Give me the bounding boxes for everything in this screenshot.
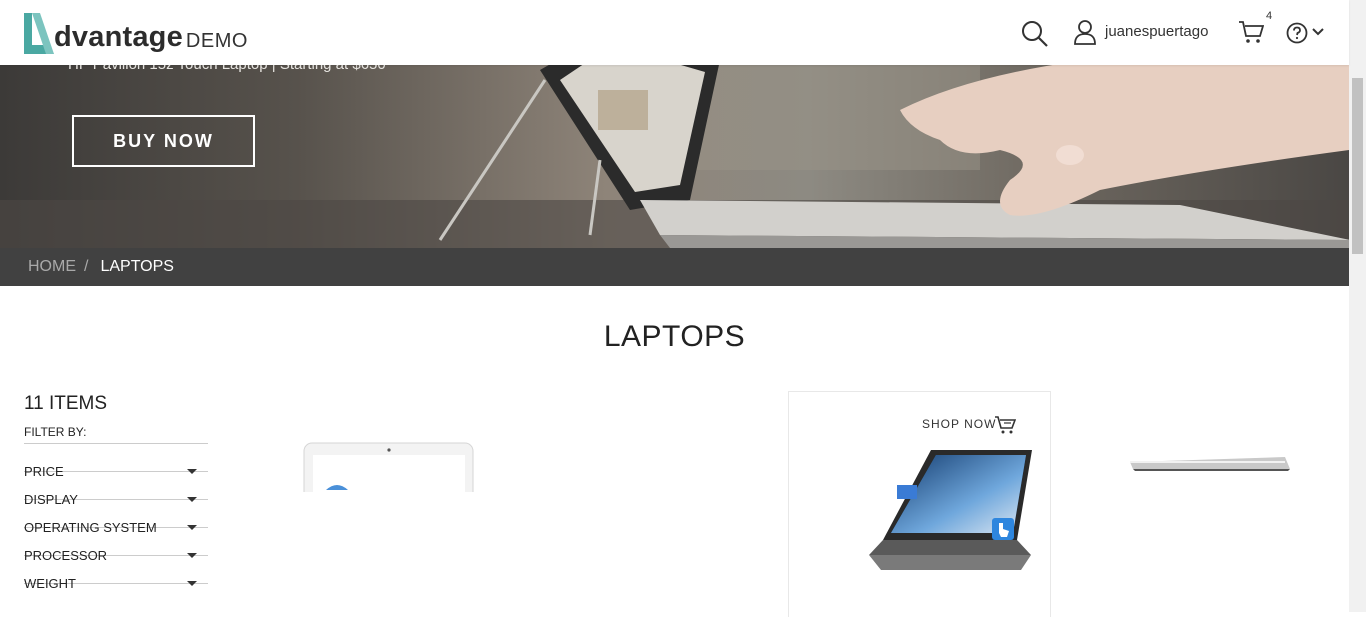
cart-icon[interactable] bbox=[1238, 20, 1264, 44]
search-icon[interactable] bbox=[1021, 20, 1049, 48]
breadcrumb: HOME / LAPTOPS bbox=[0, 248, 1349, 286]
product-card[interactable] bbox=[300, 440, 478, 492]
product-image bbox=[1130, 457, 1290, 471]
cart-icon[interactable] bbox=[994, 415, 1016, 435]
breadcrumb-current: LAPTOPS bbox=[100, 258, 174, 275]
logo-a-icon bbox=[24, 13, 54, 54]
breadcrumb-separator: / bbox=[84, 258, 89, 275]
username-link[interactable]: juanespuertago bbox=[1105, 23, 1208, 40]
cart-count-badge: 4 bbox=[1266, 10, 1273, 22]
logo-text: dvantage bbox=[54, 21, 183, 53]
top-navbar: dvantage DEMO juanespuertago 4 bbox=[0, 0, 1349, 65]
product-image bbox=[869, 450, 1032, 570]
filter-list: PRICE DISPLAY OPERATING SYSTEM PROCESSOR… bbox=[24, 443, 208, 590]
breadcrumb-home-link[interactable]: HOME bbox=[28, 258, 76, 276]
logo-demo: DEMO bbox=[185, 30, 248, 52]
buy-now-button[interactable]: BUY NOW bbox=[72, 115, 255, 167]
product-image bbox=[303, 442, 474, 492]
filter-label: WEIGHT bbox=[24, 576, 76, 591]
filter-weight[interactable]: WEIGHT bbox=[24, 556, 208, 590]
help-icon[interactable] bbox=[1286, 22, 1308, 44]
logo[interactable]: dvantage DEMO bbox=[22, 9, 248, 55]
filter-by-label: FILTER BY: bbox=[24, 425, 87, 439]
scrollbar-thumb[interactable] bbox=[1352, 78, 1363, 254]
filter-operating-system[interactable]: OPERATING SYSTEM bbox=[24, 500, 208, 534]
caret-down-icon bbox=[187, 581, 197, 586]
chevron-down-icon[interactable] bbox=[1312, 27, 1324, 37]
filter-display[interactable]: DISPLAY bbox=[24, 472, 208, 506]
filter-processor[interactable]: PROCESSOR bbox=[24, 528, 208, 562]
product-card-hovered[interactable] bbox=[788, 391, 1051, 617]
product-card[interactable] bbox=[1125, 452, 1295, 477]
items-count: 11 ITEMS bbox=[24, 393, 108, 414]
shop-now-link[interactable]: SHOP NOW bbox=[922, 417, 996, 431]
filter-price[interactable]: PRICE bbox=[24, 444, 208, 478]
page-title: LAPTOPS bbox=[603, 320, 746, 353]
user-icon[interactable] bbox=[1073, 19, 1097, 45]
